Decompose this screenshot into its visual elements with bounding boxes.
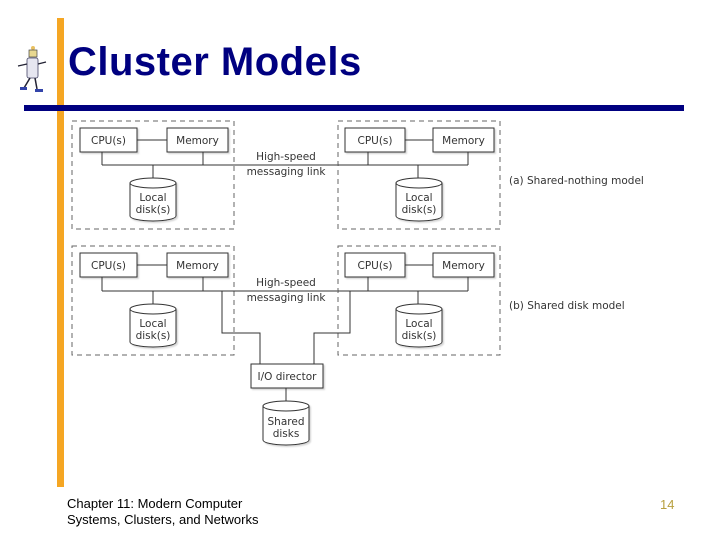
link-label-2: messaging link bbox=[247, 292, 327, 304]
page-number: 14 bbox=[660, 497, 675, 512]
shared-disks-label-1: Shared bbox=[268, 416, 305, 428]
cpu-label: CPU(s) bbox=[357, 135, 392, 147]
memory-label: Memory bbox=[442, 260, 485, 272]
node-a2: CPU(s) Memory Local disk(s) bbox=[337, 120, 501, 230]
link-label-2: messaging link bbox=[247, 166, 327, 178]
disk-label-2: disk(s) bbox=[402, 204, 437, 216]
caption-shared-nothing: (a) Shared-nothing model bbox=[509, 175, 644, 187]
node-a1: CPU(s) Memory Local disk(s) bbox=[71, 120, 235, 230]
shared-disks-label-2: disks bbox=[273, 428, 300, 440]
cpu-label: CPU(s) bbox=[91, 260, 126, 272]
footer-line-1: Chapter 11: Modern Computer bbox=[67, 496, 243, 511]
disk-label-2: disk(s) bbox=[402, 330, 437, 342]
disk-label-1: Local bbox=[405, 192, 432, 204]
shared-nothing-model: CPU(s) Memory Local disk(s) High-speed m… bbox=[71, 120, 644, 230]
shared-disk-model: CPU(s) Memory Local disk(s) High-speed m… bbox=[71, 245, 625, 446]
cpu-label: CPU(s) bbox=[357, 260, 392, 272]
memory-label: Memory bbox=[176, 135, 219, 147]
io-director-label: I/O director bbox=[258, 371, 318, 383]
link-label-1: High-speed bbox=[256, 277, 316, 289]
link-label-1: High-speed bbox=[256, 151, 316, 163]
node-b2: CPU(s) Memory Local disk(s) bbox=[337, 245, 501, 356]
memory-label: Memory bbox=[176, 260, 219, 272]
caption-shared-disk: (b) Shared disk model bbox=[509, 300, 625, 312]
slide-footer: Chapter 11: Modern Computer Systems, Clu… bbox=[67, 496, 258, 528]
disk-label-1: Local bbox=[139, 318, 166, 330]
disk-label-2: disk(s) bbox=[136, 204, 171, 216]
memory-label: Memory bbox=[442, 135, 485, 147]
disk-label-2: disk(s) bbox=[136, 330, 171, 342]
node-b1: CPU(s) Memory Local disk(s) bbox=[71, 245, 235, 356]
cluster-diagram: CPU(s) Memory Local disk(s) High-speed m… bbox=[71, 120, 644, 446]
footer-line-2: Systems, Clusters, and Networks bbox=[67, 512, 259, 527]
disk-label-1: Local bbox=[405, 318, 432, 330]
cpu-label: CPU(s) bbox=[91, 135, 126, 147]
disk-label-1: Local bbox=[139, 192, 166, 204]
